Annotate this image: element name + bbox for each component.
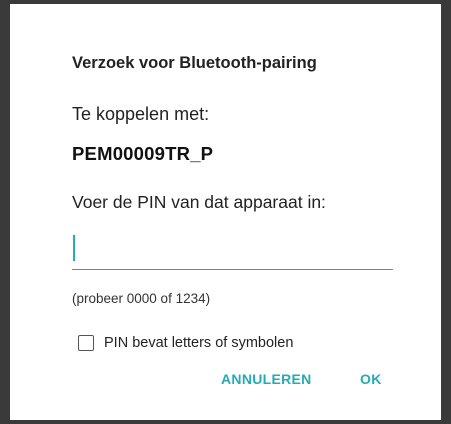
pin-input[interactable]	[72, 230, 393, 270]
ok-button[interactable]: OK	[360, 371, 382, 387]
device-name: PEM00009TR_P	[72, 143, 214, 164]
background-scrim-right	[441, 0, 451, 424]
pair-with-label: Te koppelen met:	[72, 104, 210, 124]
pin-contains-letters-option[interactable]: PIN bevat letters of symbolen	[78, 333, 293, 353]
pin-hint: (probeer 0000 of 1234)	[72, 291, 211, 306]
pin-prompt-label: Voer de PIN van dat apparaat in:	[72, 192, 326, 212]
dialog-title: Verzoek voor Bluetooth-pairing	[72, 54, 317, 72]
pin-contains-letters-checkbox[interactable]	[78, 335, 94, 351]
checkbox-label: PIN bevat letters of symbolen	[104, 335, 294, 351]
text-cursor	[73, 235, 75, 261]
cancel-button[interactable]: ANNULEREN	[221, 371, 312, 387]
background-scrim-left	[0, 0, 10, 424]
bluetooth-pairing-dialog: Verzoek voor Bluetooth-pairing Te koppel…	[10, 4, 441, 420]
